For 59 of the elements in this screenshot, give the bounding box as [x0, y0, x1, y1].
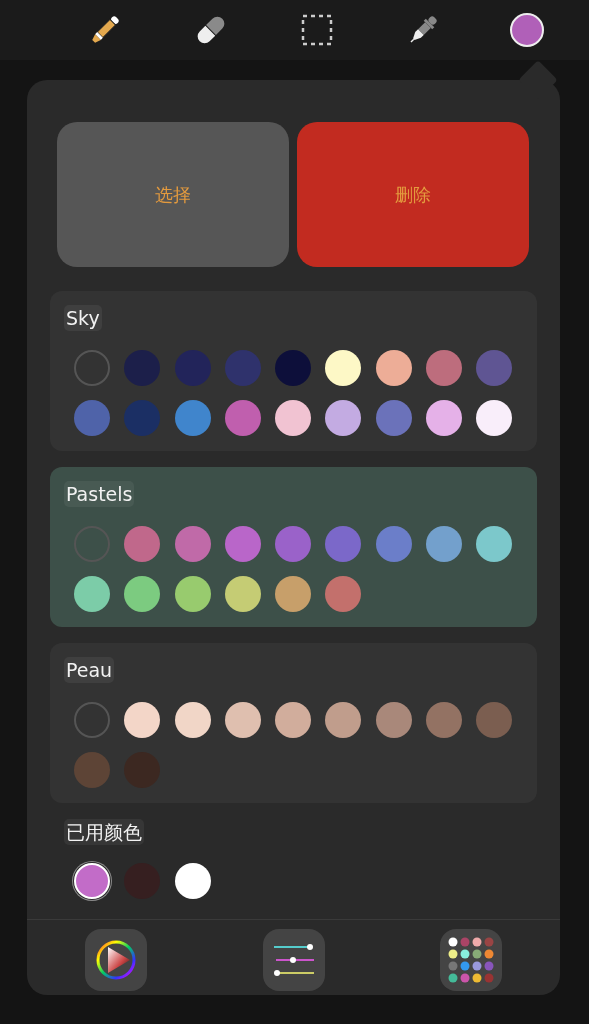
- color-swatch[interactable]: [476, 526, 513, 562]
- current-color-swatch[interactable]: [510, 13, 544, 47]
- color-swatch[interactable]: [325, 350, 362, 386]
- color-swatch[interactable]: [325, 526, 362, 562]
- palette-name: Pastels: [64, 481, 135, 507]
- color-swatch[interactable]: [426, 350, 463, 386]
- color-swatch[interactable]: [74, 576, 110, 612]
- empty-swatch[interactable]: [74, 702, 110, 738]
- color-swatch[interactable]: [174, 350, 211, 386]
- color-swatch[interactable]: [275, 526, 312, 562]
- color-swatch[interactable]: [375, 350, 412, 386]
- color-swatch[interactable]: [325, 576, 362, 612]
- color-swatch[interactable]: [74, 752, 110, 788]
- color-swatch[interactable]: [275, 576, 312, 612]
- color-swatch[interactable]: [426, 400, 463, 436]
- color-swatch[interactable]: [124, 702, 161, 738]
- color-swatch[interactable]: [476, 702, 513, 738]
- color-swatch[interactable]: [124, 576, 161, 612]
- recent-colors-title: 已用颜色: [64, 819, 144, 845]
- palettes-tab[interactable]: [440, 929, 502, 991]
- color-swatch[interactable]: [476, 350, 513, 386]
- color-swatch[interactable]: [174, 526, 211, 562]
- color-swatch[interactable]: [426, 702, 463, 738]
- color-swatch[interactable]: [375, 400, 412, 436]
- color-swatch[interactable]: [174, 702, 211, 738]
- selection-icon[interactable]: [301, 14, 333, 46]
- color-swatch[interactable]: [224, 576, 261, 612]
- color-swatch[interactable]: [74, 863, 110, 899]
- palette-card[interactable]: Peau: [50, 643, 537, 803]
- color-swatch[interactable]: [426, 526, 463, 562]
- color-swatch[interactable]: [224, 526, 261, 562]
- color-swatch[interactable]: [124, 400, 161, 436]
- empty-swatch[interactable]: [74, 350, 110, 386]
- color-wheel-tab[interactable]: [85, 929, 147, 991]
- color-swatch[interactable]: [74, 400, 110, 436]
- color-wheel-icon: [94, 938, 138, 982]
- color-swatch[interactable]: [375, 702, 412, 738]
- color-swatch[interactable]: [476, 400, 513, 436]
- color-swatch[interactable]: [224, 350, 261, 386]
- palette-card[interactable]: Sky: [50, 291, 537, 451]
- color-swatch[interactable]: [174, 400, 211, 436]
- palette-card[interactable]: Pastels: [50, 467, 537, 627]
- color-swatch[interactable]: [325, 702, 362, 738]
- color-swatch[interactable]: [224, 702, 261, 738]
- color-swatch[interactable]: [124, 526, 161, 562]
- empty-swatch[interactable]: [74, 526, 110, 562]
- color-swatch[interactable]: [275, 350, 312, 386]
- color-swatch[interactable]: [375, 526, 412, 562]
- color-swatch[interactable]: [174, 576, 211, 612]
- color-swatch[interactable]: [174, 863, 211, 899]
- palette-name: Sky: [64, 305, 102, 331]
- color-swatch[interactable]: [275, 702, 312, 738]
- color-swatch[interactable]: [224, 400, 261, 436]
- palette-grid-icon: [448, 937, 494, 983]
- color-swatch[interactable]: [325, 400, 362, 436]
- color-swatch[interactable]: [275, 400, 312, 436]
- palette-name: Peau: [64, 657, 115, 683]
- color-sliders-tab[interactable]: [262, 929, 325, 991]
- sliders-icon: [271, 942, 316, 978]
